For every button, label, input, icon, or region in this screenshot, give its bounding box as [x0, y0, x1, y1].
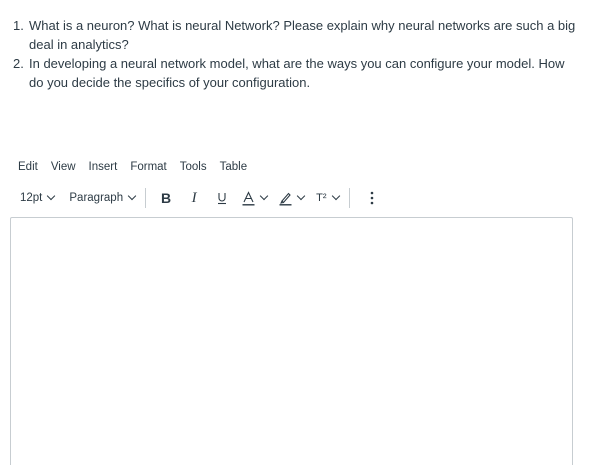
block-format-value: Paragraph	[69, 192, 124, 204]
question-text: In developing a neural network model, wh…	[29, 56, 565, 90]
toolbar-divider	[145, 188, 147, 208]
chevron-down-icon	[47, 191, 56, 201]
menu-format[interactable]: Format	[130, 158, 166, 176]
superscript-button[interactable]: T²	[316, 191, 340, 204]
menu-view[interactable]: View	[51, 158, 76, 176]
rich-text-editor-area[interactable]	[10, 217, 573, 465]
chevron-down-icon	[259, 191, 269, 201]
toolbar-divider	[348, 188, 350, 208]
font-size-value: 12pt	[20, 192, 43, 204]
chevron-down-icon	[127, 191, 137, 201]
question-text: What is a neuron? What is neural Network…	[29, 18, 576, 52]
bold-button[interactable]: B	[158, 188, 174, 208]
question-list: 1. What is a neuron? What is neural Netw…	[13, 16, 578, 92]
block-format-dropdown[interactable]: Paragraph	[69, 191, 137, 204]
text-color-button[interactable]	[242, 190, 269, 206]
underline-button[interactable]	[214, 188, 230, 208]
menu-insert[interactable]: Insert	[89, 158, 118, 176]
editor-menubar: Edit View Insert Format Tools Table	[18, 158, 260, 176]
question-item-1: 1. What is a neuron? What is neural Netw…	[13, 16, 578, 54]
italic-button[interactable]: I	[186, 188, 202, 208]
menu-tools[interactable]: Tools	[180, 158, 207, 176]
menu-table[interactable]: Table	[220, 158, 248, 176]
more-button[interactable]	[364, 188, 380, 208]
editor-toolbar: 12pt Paragraph B I T²	[18, 186, 380, 210]
question-item-2: 2. In developing a neural network model,…	[13, 54, 578, 92]
underline-icon	[218, 193, 227, 205]
page: 1. What is a neuron? What is neural Netw…	[0, 0, 590, 465]
menu-edit[interactable]: Edit	[18, 158, 38, 176]
font-size-dropdown[interactable]: 12pt	[20, 191, 56, 204]
question-number: 1.	[13, 18, 24, 33]
highlight-icon	[279, 192, 292, 206]
text-color-icon	[242, 190, 255, 206]
more-vertical-icon	[370, 191, 373, 205]
chevron-down-icon	[331, 191, 340, 201]
highlight-color-button[interactable]	[279, 191, 306, 206]
superscript-icon: T²	[316, 192, 327, 204]
chevron-down-icon	[296, 191, 306, 201]
question-number: 2.	[13, 56, 24, 71]
